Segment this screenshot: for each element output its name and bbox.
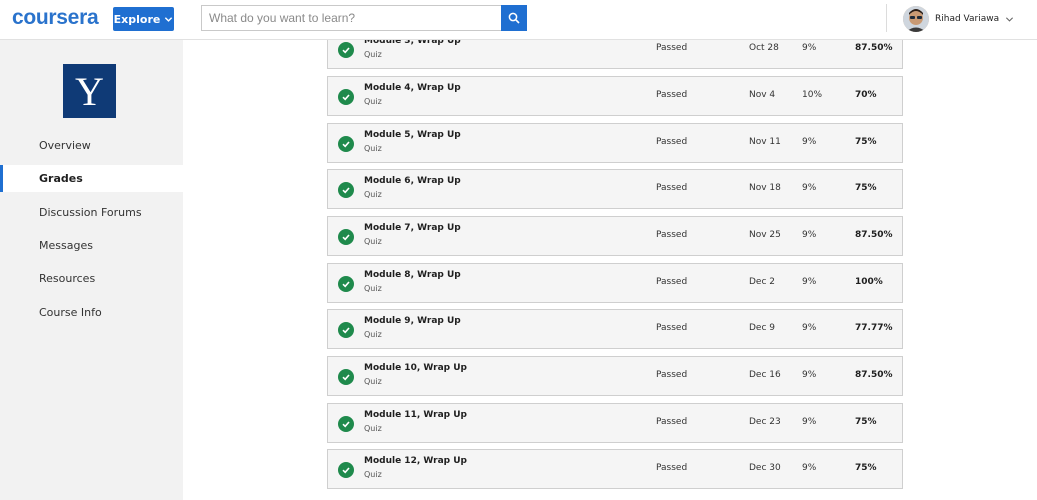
- grade-value: 77.77%: [855, 323, 893, 333]
- weight-value: 9%: [802, 43, 817, 53]
- due-date: Nov 25: [749, 230, 781, 240]
- grade-row[interactable]: Module 12, Wrap Up Quiz Passed Dec 30 9% 75%: [327, 449, 903, 489]
- grade-value: 75%: [855, 183, 877, 193]
- check-circle-icon: [338, 42, 354, 58]
- grade-value: 87.50%: [855, 230, 893, 240]
- weight-value: 9%: [802, 183, 817, 193]
- search-input[interactable]: [201, 5, 501, 31]
- assignment-type: Quiz: [364, 190, 382, 199]
- sidebar-item-course-info[interactable]: Course Info: [0, 299, 183, 326]
- user-menu[interactable]: Rihad Variawa: [903, 5, 1014, 33]
- weight-value: 9%: [802, 230, 817, 240]
- status-text: Passed: [656, 323, 688, 333]
- assignment-type: Quiz: [364, 237, 382, 246]
- weight-value: 9%: [802, 323, 817, 333]
- grade-value: 75%: [855, 463, 877, 473]
- assignment-title[interactable]: Module 5, Wrap Up: [364, 130, 461, 140]
- check-circle-icon: [338, 462, 354, 478]
- assignment-title[interactable]: Module 9, Wrap Up: [364, 316, 461, 326]
- sidebar-item-messages[interactable]: Messages: [0, 232, 183, 259]
- assignment-title[interactable]: Module 11, Wrap Up: [364, 410, 467, 420]
- avatar: [903, 6, 929, 32]
- grade-row[interactable]: Module 10, Wrap Up Quiz Passed Dec 16 9% 87.5…: [327, 356, 903, 396]
- weight-value: 10%: [802, 90, 823, 100]
- grade-row[interactable]: Module 11, Wrap Up Quiz Passed Dec 23 9% 75%: [327, 403, 903, 443]
- grade-value: 87.50%: [855, 43, 893, 53]
- course-sidebar: Y Overview Grades Discussion Forums Mess…: [0, 40, 183, 500]
- weight-value: 9%: [802, 417, 817, 427]
- status-text: Passed: [656, 277, 688, 287]
- coursera-logo[interactable]: coursera: [12, 6, 99, 30]
- check-circle-icon: [338, 276, 354, 292]
- grade-row[interactable]: Module 8, Wrap Up Quiz Passed Dec 2 9% 100%: [327, 263, 903, 303]
- status-text: Passed: [656, 137, 688, 147]
- status-text: Passed: [656, 90, 688, 100]
- assignment-type: Quiz: [364, 50, 382, 59]
- explore-label: Explore: [113, 12, 161, 26]
- sidebar-item-overview[interactable]: Overview: [0, 132, 183, 159]
- assignment-type: Quiz: [364, 284, 382, 293]
- check-circle-icon: [338, 136, 354, 152]
- due-date: Nov 18: [749, 183, 781, 193]
- due-date: Dec 23: [749, 417, 781, 427]
- due-date: Dec 30: [749, 463, 781, 473]
- grade-value: 75%: [855, 417, 877, 427]
- due-date: Nov 11: [749, 137, 781, 147]
- header-divider: [886, 4, 887, 32]
- grade-row[interactable]: Module 5, Wrap Up Quiz Passed Nov 11 9% 75%: [327, 123, 903, 163]
- user-name: Rihad Variawa: [935, 14, 1000, 24]
- status-text: Passed: [656, 230, 688, 240]
- grade-row[interactable]: Module 9, Wrap Up Quiz Passed Dec 9 9% 77.77%: [327, 309, 903, 349]
- grade-row[interactable]: Module 6, Wrap Up Quiz Passed Nov 18 9% 75%: [327, 169, 903, 209]
- due-date: Nov 4: [749, 90, 776, 100]
- due-date: Dec 2: [749, 277, 776, 287]
- weight-value: 9%: [802, 463, 817, 473]
- course-logo: Y: [63, 64, 116, 118]
- chevron-down-icon: [1006, 16, 1014, 22]
- assignment-type: Quiz: [364, 330, 382, 339]
- assignment-type: Quiz: [364, 97, 382, 106]
- due-date: Dec 9: [749, 323, 776, 333]
- search-icon: [508, 12, 520, 24]
- explore-button[interactable]: Explore: [113, 7, 174, 31]
- assignment-title[interactable]: Module 6, Wrap Up: [364, 176, 461, 186]
- weight-value: 9%: [802, 370, 817, 380]
- search-button[interactable]: [501, 5, 527, 31]
- weight-value: 9%: [802, 137, 817, 147]
- chevron-down-icon: [165, 16, 173, 22]
- assignment-title[interactable]: Module 12, Wrap Up: [364, 456, 467, 466]
- weight-value: 9%: [802, 277, 817, 287]
- assignment-title[interactable]: Module 4, Wrap Up: [364, 83, 461, 93]
- top-navigation-bar: coursera Explore Rihad Variawa: [0, 0, 1037, 40]
- assignment-title[interactable]: Module 7, Wrap Up: [364, 223, 461, 233]
- grade-row[interactable]: Module 7, Wrap Up Quiz Passed Nov 25 9% 87.50…: [327, 216, 903, 256]
- grade-row[interactable]: Module 4, Wrap Up Quiz Passed Nov 4 10% 70%: [327, 76, 903, 116]
- assignment-title[interactable]: Module 8, Wrap Up: [364, 270, 461, 280]
- check-circle-icon: [338, 322, 354, 338]
- check-circle-icon: [338, 369, 354, 385]
- status-text: Passed: [656, 370, 688, 380]
- check-circle-icon: [338, 89, 354, 105]
- assignment-type: Quiz: [364, 424, 382, 433]
- grade-value: 70%: [855, 90, 877, 100]
- grade-value: 87.50%: [855, 370, 893, 380]
- status-text: Passed: [656, 417, 688, 427]
- check-circle-icon: [338, 416, 354, 432]
- status-text: Passed: [656, 183, 688, 193]
- grade-value: 75%: [855, 137, 877, 147]
- grade-value: 100%: [855, 277, 883, 287]
- sidebar-item-discussion-forums[interactable]: Discussion Forums: [0, 199, 183, 226]
- status-text: Passed: [656, 463, 688, 473]
- due-date: Oct 28: [749, 43, 779, 53]
- assignment-title[interactable]: Module 10, Wrap Up: [364, 363, 467, 373]
- sidebar-item-grades[interactable]: Grades: [0, 165, 183, 192]
- assignment-type: Quiz: [364, 377, 382, 386]
- assignment-type: Quiz: [364, 470, 382, 479]
- check-circle-icon: [338, 182, 354, 198]
- sidebar-item-resources[interactable]: Resources: [0, 265, 183, 292]
- due-date: Dec 16: [749, 370, 781, 380]
- check-circle-icon: [338, 229, 354, 245]
- assignment-type: Quiz: [364, 144, 382, 153]
- status-text: Passed: [656, 43, 688, 53]
